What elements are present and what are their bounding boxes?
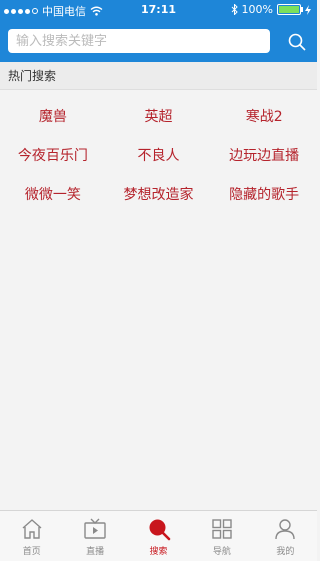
nav-search[interactable]: 搜索: [127, 511, 190, 561]
hot-search-item[interactable]: 不良人: [106, 145, 212, 165]
bottom-nav: 首页 直播 搜索 导航 我的: [0, 510, 317, 561]
home-icon: [22, 519, 42, 539]
hot-search-title: 热门搜索: [0, 62, 317, 90]
hot-search-row: 微微一笑 梦想改造家 隐藏的歌手: [0, 174, 317, 213]
user-icon: [275, 519, 296, 540]
nav-mine[interactable]: 我的: [254, 511, 317, 561]
battery-icon: [277, 4, 303, 15]
hot-search-item[interactable]: 微微一笑: [0, 184, 106, 204]
hot-search-item[interactable]: 今夜百乐门: [0, 145, 106, 165]
nav-live[interactable]: 直播: [63, 511, 126, 561]
nav-label: 我的: [276, 547, 295, 557]
bluetooth-icon: [231, 4, 238, 15]
search-bar: [6, 29, 311, 55]
nav-navigation[interactable]: 导航: [190, 511, 253, 561]
nav-label: 直播: [86, 547, 105, 557]
hot-search-item[interactable]: 寒战2: [211, 106, 317, 126]
search-input[interactable]: [8, 29, 270, 53]
hot-search-item[interactable]: 梦想改造家: [106, 184, 212, 204]
search-button[interactable]: [287, 32, 307, 52]
grid-icon: [212, 519, 232, 539]
hot-search-item[interactable]: 隐藏的歌手: [211, 184, 317, 204]
hot-search-item[interactable]: 边玩边直播: [211, 145, 317, 165]
hot-search-grid: 魔兽 英超 寒战2 今夜百乐门 不良人 边玩边直播 微微一笑 梦想改造家 隐藏的…: [0, 96, 317, 213]
nav-label: 导航: [212, 547, 231, 557]
hot-search-item[interactable]: 魔兽: [0, 106, 106, 126]
nav-home[interactable]: 首页: [0, 511, 63, 561]
hot-search-item[interactable]: 英超: [106, 106, 212, 126]
hot-search-row: 魔兽 英超 寒战2: [0, 96, 317, 135]
battery-percent: 100%: [241, 3, 273, 16]
status-bar: 中国电信 17:11 100%: [0, 0, 317, 20]
nav-label: 首页: [22, 547, 41, 557]
tv-icon: [84, 518, 106, 539]
nav-label: 搜索: [149, 547, 168, 557]
hot-search-row: 今夜百乐门 不良人 边玩边直播: [0, 135, 317, 174]
charging-icon: [305, 4, 311, 15]
header: 中国电信 17:11 100%: [0, 0, 317, 62]
search-icon: [149, 519, 170, 541]
